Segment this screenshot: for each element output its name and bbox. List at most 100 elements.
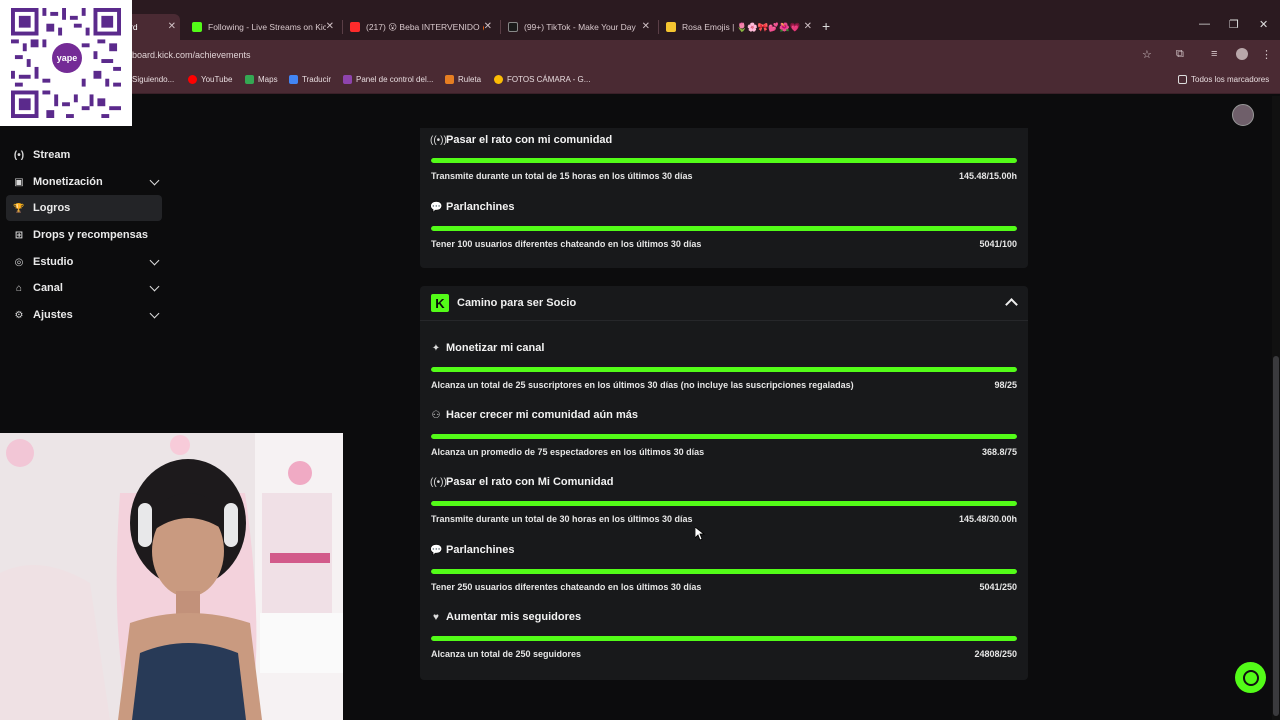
progress-fill [431, 636, 1017, 641]
progress-fill [431, 501, 1017, 506]
sidebar-item-logros[interactable]: 🏆 Logros [6, 195, 162, 221]
heart-icon: ♥ [433, 612, 439, 623]
tab-rosa-emojis[interactable]: Rosa Emojis | 🌷🌸🎀💕🌺💗 ✕ [660, 14, 816, 40]
trophy-icon: 🏆 [13, 202, 25, 213]
media-icon[interactable]: ≡ [1211, 48, 1217, 60]
tab-divider [500, 20, 501, 34]
chevron-down-icon[interactable] [149, 308, 160, 319]
bookmark-siguiendo[interactable]: Siguiendo... [132, 75, 174, 84]
achievement-description: Transmite durante un total de 30 horas e… [431, 514, 693, 524]
tab-divider [342, 20, 343, 34]
star-icon[interactable]: ☆ [1142, 48, 1152, 61]
achievement-progress-value: 145.48/30.00h [958, 514, 1017, 524]
achievement-progress-value: 145.48/15.00h [958, 171, 1017, 181]
headset-icon [1242, 669, 1259, 686]
sidebar-item-estudio[interactable]: ◎ Estudio [6, 249, 162, 275]
tab-following[interactable]: Following - Live Streams on Kick ✕ [186, 14, 338, 40]
kick-icon [192, 22, 202, 32]
chevron-down-icon[interactable] [149, 255, 160, 266]
progress-fill [431, 434, 1017, 439]
bookmark-label: Todos los marcadores [1191, 75, 1270, 84]
achievements-panel-previous: ((•)) Pasar el rato con mi comunidad Tra… [420, 128, 1028, 268]
support-chat-button[interactable] [1235, 662, 1266, 693]
profile-avatar[interactable] [1236, 48, 1248, 60]
new-tab-icon[interactable]: + [822, 18, 830, 34]
panel-header[interactable]: K Camino para ser Socio [420, 286, 1028, 321]
wheel-icon [445, 75, 454, 84]
close-icon[interactable]: ✕ [804, 21, 812, 32]
sidebar-item-label: Stream [33, 149, 71, 161]
tab-youtube[interactable]: (217) 😮 Beba INTERVENIDO 🔥 ✕ [344, 14, 496, 40]
youtube-icon [350, 22, 360, 32]
achievement-title: Pasar el rato con mi comunidad [446, 134, 613, 146]
sidebar-item-drops[interactable]: ⊞ Drops y recompensas [6, 222, 162, 248]
bookmark-maps[interactable]: Maps [245, 75, 278, 84]
achievement-title: Pasar el rato con Mi Comunidad [446, 476, 614, 488]
drive-icon [494, 75, 503, 84]
tab-divider [658, 20, 659, 34]
minimize-icon[interactable]: — [1199, 18, 1210, 30]
achievement-description: Alcanza un promedio de 75 espectadores e… [431, 447, 705, 457]
maps-icon [245, 75, 254, 84]
yape-logo: yape [52, 43, 82, 73]
achievement-progress-value: 98/25 [994, 380, 1017, 390]
achievements-panel-socio: K Camino para ser Socio ✦ Monetizar mi c… [420, 286, 1028, 680]
sidebar-item-monetizacion[interactable]: ▣ Monetización [6, 169, 162, 195]
kick-logo: K [431, 294, 449, 312]
tab-label: Rosa Emojis | 🌷🌸🎀💕🌺💗 [682, 21, 800, 32]
bookmark-ruleta[interactable]: Ruleta [445, 75, 481, 84]
close-icon[interactable]: ✕ [168, 21, 176, 32]
restore-icon[interactable]: ❐ [1229, 18, 1239, 31]
sidebar-item-label: Drops y recompensas [33, 229, 148, 241]
achievement-title: Aumentar mis seguidores [446, 611, 582, 623]
mouse-cursor-icon [695, 527, 705, 541]
sidebar-item-ajustes[interactable]: ⚙ Ajustes [6, 302, 162, 328]
scrollbar-thumb[interactable] [1273, 356, 1279, 716]
tab-label: (217) 😮 Beba INTERVENIDO 🔥 [366, 21, 484, 32]
channel-icon: ⌂ [15, 282, 23, 294]
bookmark-label: Siguiendo... [132, 75, 175, 84]
achievement-progress-value: 5041/100 [979, 239, 1017, 249]
twitch-icon [343, 75, 352, 84]
sparkle-icon: ✦ [431, 343, 441, 354]
bookmark-panel-control[interactable]: Panel de control del... [343, 75, 433, 84]
extensions-icon[interactable]: ⧉ [1176, 48, 1184, 61]
achievement-progress-bar [431, 501, 1017, 506]
chevron-down-icon[interactable] [149, 281, 160, 292]
bookmark-label: Traducir [302, 75, 332, 84]
bookmark-traducir[interactable]: Traducir [289, 75, 331, 84]
bookmark-label: YouTube [201, 75, 233, 84]
achievement-progress-value: 5041/250 [979, 582, 1017, 592]
youtube-icon [188, 75, 197, 84]
sidebar-item-label: Estudio [33, 256, 74, 268]
bookmark-label: Maps [258, 75, 278, 84]
bookmark-youtube[interactable]: YouTube [188, 75, 232, 84]
sidebar-item-stream[interactable]: (•) Stream [6, 142, 162, 168]
tiktok-icon [508, 22, 518, 32]
close-icon[interactable]: ✕ [642, 21, 650, 32]
chevron-down-icon[interactable] [149, 175, 160, 186]
achievement-progress-bar [431, 636, 1017, 641]
sidebar-item-canal[interactable]: ⌂ Canal [6, 275, 162, 301]
sidebar-item-label: Ajustes [33, 309, 73, 321]
bookmark-label: FOTOS CÁMARA - G... [507, 75, 591, 84]
window-close-icon[interactable]: ✕ [1259, 18, 1268, 31]
user-avatar[interactable] [1232, 104, 1254, 126]
tab-tiktok[interactable]: (99+) TikTok - Make Your Day ✕ [502, 14, 654, 40]
all-bookmarks[interactable]: Todos los marcadores [1178, 75, 1269, 84]
close-icon[interactable]: ✕ [484, 21, 492, 32]
chat-icon: 💬 [430, 545, 443, 556]
achievement-progress-bar [431, 569, 1017, 574]
achievement-progress-value: 368.8/75 [981, 447, 1017, 457]
bookmark-label: Panel de control del... [356, 75, 434, 84]
achievement-progress-bar [431, 367, 1017, 372]
achievement-title: Monetizar mi canal [446, 342, 545, 354]
menu-icon[interactable]: ⋮ [1261, 48, 1272, 61]
broadcast-icon: ((•)) [430, 477, 447, 488]
chevron-up-icon[interactable] [1005, 298, 1018, 311]
close-icon[interactable]: ✕ [326, 21, 334, 32]
settings-icon: ⚙ [14, 309, 24, 321]
browser-tab-bar: Dashboard ✕ Following - Live Streams on … [0, 0, 1280, 40]
bookmark-fotos-camara[interactable]: FOTOS CÁMARA - G... [494, 75, 590, 84]
url-field[interactable]: board.kick.com/achievements [132, 50, 251, 60]
